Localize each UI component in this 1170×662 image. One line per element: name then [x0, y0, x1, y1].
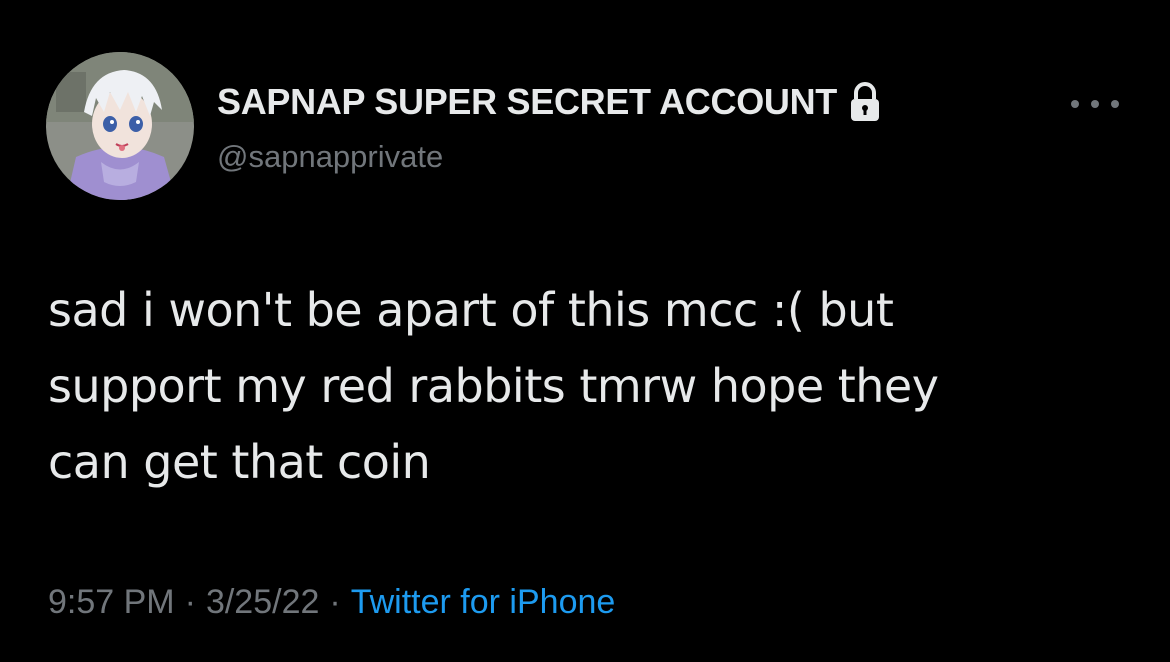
tweet-text: sad i won't be apart of this mcc :( but …: [48, 272, 1128, 500]
more-options-icon[interactable]: [1071, 90, 1119, 118]
user-handle[interactable]: @sapnapprivate: [217, 137, 443, 177]
tweet-time[interactable]: 9:57 PM: [48, 583, 175, 621]
meta-separator: ·: [184, 583, 196, 621]
tweet-text-line: sad i won't be apart of this mcc :( but: [48, 283, 894, 337]
lock-icon: [847, 81, 883, 123]
avatar[interactable]: [46, 52, 194, 200]
tweet-date[interactable]: 3/25/22: [206, 583, 319, 621]
more-dot: [1071, 100, 1079, 108]
meta-separator: ·: [329, 583, 341, 621]
tweet-meta: 9:57 PM · 3/25/22 · Twitter for iPhone: [48, 580, 615, 624]
more-dot: [1111, 100, 1119, 108]
tweet-card: SAPNAP SUPER SECRET ACCOUNT @sapnappriva…: [0, 0, 1170, 662]
display-name-row: SAPNAP SUPER SECRET ACCOUNT: [217, 80, 883, 124]
display-name[interactable]: SAPNAP SUPER SECRET ACCOUNT: [217, 80, 837, 124]
tweet-text-line: can get that coin: [48, 435, 431, 489]
tweet-source-link[interactable]: Twitter for iPhone: [351, 583, 616, 621]
more-dot: [1091, 100, 1099, 108]
tweet-text-line: support my red rabbits tmrw hope they: [48, 359, 939, 413]
